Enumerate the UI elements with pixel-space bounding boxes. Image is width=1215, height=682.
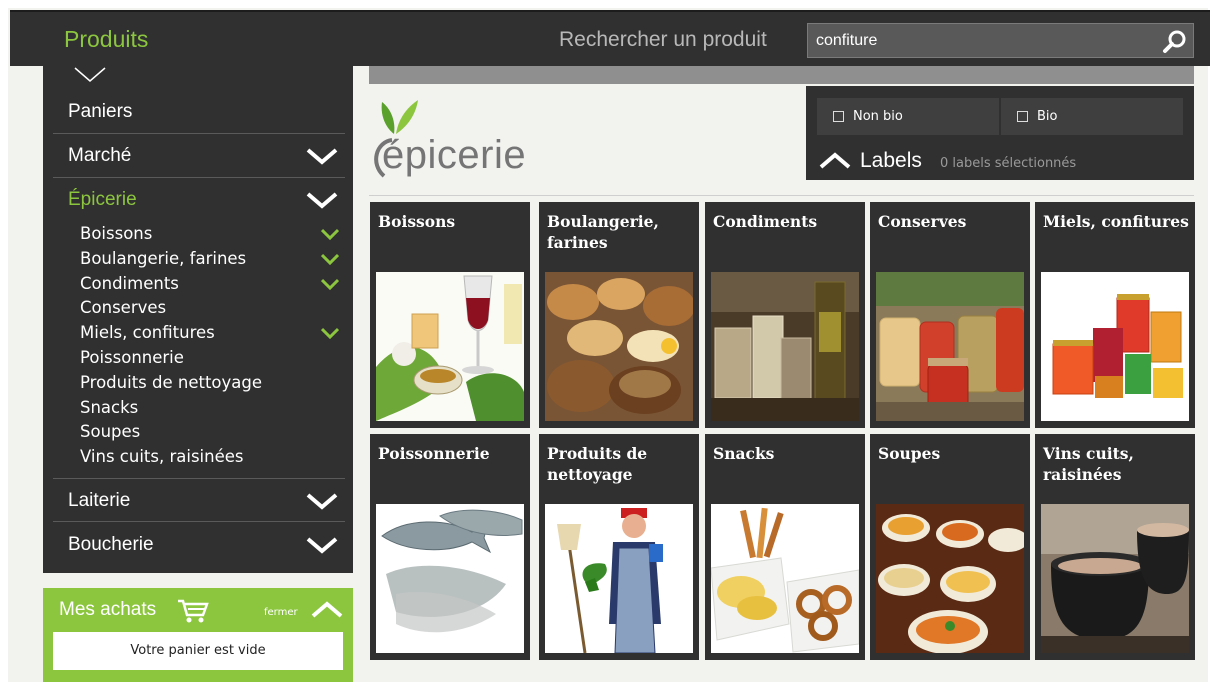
- check-icon: [321, 228, 339, 240]
- subcategory-item-poissonnerie[interactable]: Poissonnerie: [80, 346, 345, 371]
- sidebar-item-epicerie[interactable]: Épicerie: [53, 178, 345, 222]
- check-icon: [321, 253, 339, 265]
- tile-title: Conserves: [878, 212, 967, 231]
- subcategory-item-snacks[interactable]: Snacks: [80, 396, 345, 421]
- search-label: Rechercher un produit: [559, 28, 767, 51]
- category-tile-soupes[interactable]: Soupes: [870, 434, 1030, 660]
- cleaning-man-photo: [545, 504, 693, 653]
- category-tile-conserves[interactable]: Conserves: [870, 202, 1030, 428]
- sidebar-item-label: Marché: [68, 145, 132, 166]
- sidebar-item-paniers[interactable]: Paniers: [53, 90, 345, 134]
- tile-title: Boissons: [378, 212, 456, 231]
- subcategory-label: Vins cuits, raisinées: [80, 447, 244, 467]
- chevron-down-icon[interactable]: [305, 190, 339, 210]
- tile-title: Condiments: [713, 212, 818, 231]
- shopping-cart-icon: [178, 599, 209, 623]
- sidebar-item-label: Boucherie: [68, 534, 154, 555]
- condiment-jars-photo: [711, 272, 859, 421]
- subcategory-item-condiments[interactable]: Condiments: [80, 272, 345, 297]
- subcategory-label: Boissons: [80, 224, 153, 243]
- tile-title: Snacks: [713, 444, 775, 463]
- epicerie-subcategory-list: Boissons Boulangerie, farines Condiments…: [80, 222, 345, 470]
- filter-label: Bio: [1037, 109, 1058, 124]
- filter-panel: Non bio Bio Labels 0 labels sélectionnés: [806, 86, 1194, 180]
- cart-panel: Mes achats fermer Votre panier est vide: [43, 588, 353, 682]
- subcategory-item-miels[interactable]: Miels, confitures: [80, 321, 345, 346]
- checkbox[interactable]: [833, 111, 844, 122]
- logo-text: épicerie: [382, 133, 527, 177]
- subcategory-label: Miels, confitures: [80, 323, 215, 343]
- fish-photo: [376, 504, 524, 653]
- header-strip: [369, 66, 1194, 84]
- filter-label: Non bio: [853, 109, 903, 124]
- subcategory-label: Poissonnerie: [80, 347, 184, 367]
- category-tile-snacks[interactable]: Snacks: [705, 434, 865, 660]
- tile-title: Vins cuits, raisinées: [1043, 444, 1134, 484]
- soup-cups-photo: [876, 504, 1024, 653]
- subcategory-label: Conserves: [80, 298, 167, 318]
- category-tile-condiments[interactable]: Condiments: [705, 202, 865, 428]
- subcategory-label: Condiments: [80, 273, 179, 293]
- subcategory-item-boissons[interactable]: Boissons: [80, 222, 345, 247]
- sidebar-item-label: Laiterie: [68, 490, 131, 511]
- category-tile-nettoyage[interactable]: Produits de nettoyage: [539, 434, 699, 660]
- cart-title: Mes achats: [59, 599, 157, 620]
- filter-bio[interactable]: Bio: [1001, 98, 1183, 135]
- section-title[interactable]: Produits: [64, 26, 148, 53]
- labels-count: 0 labels sélectionnés: [940, 156, 1077, 171]
- chevron-down-icon[interactable]: [305, 146, 339, 166]
- category-sidebar: Paniers Marché Épicerie Boissons Boulang…: [43, 66, 353, 573]
- search-icon: [1163, 30, 1186, 53]
- category-tile-boulangerie[interactable]: Boulangerie, farines: [539, 202, 699, 428]
- search-input[interactable]: [816, 31, 1146, 51]
- chevron-up-icon[interactable]: [310, 601, 344, 619]
- subcategory-label: Produits de nettoyage: [80, 372, 263, 392]
- subcategory-item-soupes[interactable]: Soupes: [80, 420, 345, 445]
- pointer-caret-icon: [74, 67, 106, 82]
- subcategory-item-boulangerie[interactable]: Boulangerie, farines: [80, 247, 345, 272]
- labels-toggle[interactable]: Labels: [860, 149, 922, 173]
- tile-title: Poissonnerie: [378, 444, 490, 463]
- search-button[interactable]: [1162, 28, 1188, 54]
- cart-close-label[interactable]: fermer: [264, 607, 298, 618]
- filter-non-bio[interactable]: Non bio: [817, 98, 999, 135]
- checkbox[interactable]: [1017, 111, 1028, 122]
- chevron-down-icon[interactable]: [305, 491, 339, 511]
- subcategory-label: Snacks: [80, 397, 139, 417]
- sidebar-item-boucherie[interactable]: Boucherie: [53, 523, 345, 567]
- preserve-jars-photo: [876, 272, 1024, 421]
- category-tile-boissons[interactable]: Boissons: [370, 202, 530, 428]
- tile-title: Produits de nettoyage: [547, 444, 648, 484]
- check-icon: [321, 328, 339, 340]
- bread-photo: [545, 272, 693, 421]
- top-bar: Produits Rechercher un produit: [10, 10, 1210, 66]
- subcategory-item-vins-cuits[interactable]: Vins cuits, raisinées: [80, 445, 345, 470]
- category-tile-vins-cuits[interactable]: Vins cuits, raisinées: [1035, 434, 1195, 660]
- subcategory-label: Soupes: [80, 422, 141, 442]
- cauldron-photo: [1041, 504, 1189, 653]
- subcategory-item-nettoyage[interactable]: Produits de nettoyage: [80, 371, 345, 396]
- chevron-down-icon[interactable]: [305, 535, 339, 555]
- subcategory-label: Boulangerie, farines: [80, 248, 247, 268]
- sidebar-item-laiterie[interactable]: Laiterie: [53, 478, 345, 522]
- sidebar-item-marche[interactable]: Marché: [53, 134, 345, 178]
- sidebar-item-label: Épicerie: [68, 189, 137, 210]
- cart-contents: Votre panier est vide: [53, 632, 343, 670]
- sidebar-item-label: Paniers: [68, 101, 133, 122]
- snacks-photo: [711, 504, 859, 653]
- check-icon: [321, 278, 339, 290]
- tile-title: Soupes: [878, 444, 941, 463]
- tile-title: Miels, confitures: [1043, 212, 1189, 231]
- drinks-photo: [376, 272, 524, 421]
- cart-empty-message: Votre panier est vide: [130, 643, 266, 658]
- divider: [369, 195, 1194, 196]
- subcategory-item-conserves[interactable]: Conserves: [80, 296, 345, 321]
- tile-title: Boulangerie, farines: [547, 212, 659, 252]
- search-box: [807, 23, 1194, 58]
- jam-jars-photo: [1041, 272, 1189, 421]
- category-tile-miels[interactable]: Miels, confitures: [1035, 202, 1195, 428]
- chevron-up-icon[interactable]: [818, 152, 852, 170]
- epicerie-logo: épicerie: [368, 98, 568, 184]
- category-tile-poissonnerie[interactable]: Poissonnerie: [370, 434, 530, 660]
